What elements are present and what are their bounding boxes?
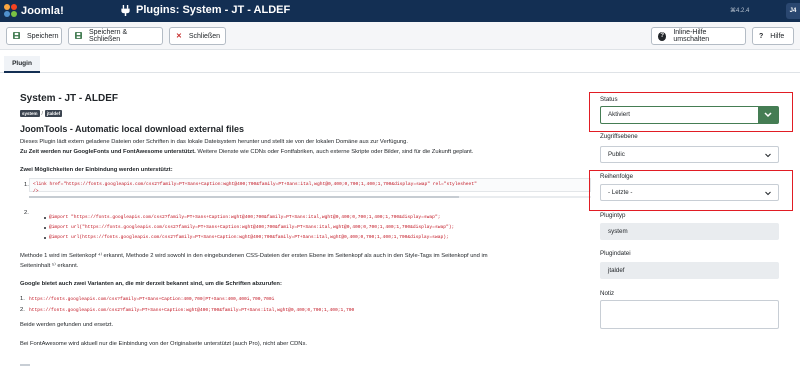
code-scrollbar[interactable] <box>29 196 591 198</box>
option2-code-1: @import "https://fonts.googleapis.com/cs… <box>49 215 441 220</box>
version-label: ⌘4.2.4 <box>730 8 750 14</box>
tab-bar: Plugin <box>0 56 800 73</box>
save-close-label: Speichern & Schließen <box>89 29 128 43</box>
description-rest: Weitere Dienste wie CDNs oder Fontfabrik… <box>195 149 474 155</box>
help-question-icon: ? <box>759 32 764 40</box>
plugin-badges: system / jtaldef <box>20 110 63 117</box>
bullet <box>44 217 46 219</box>
close-label: Schließen <box>188 32 221 40</box>
save-icon <box>75 31 82 41</box>
description-note: Zu Zeit werden nur GoogleFonts und FontA… <box>20 149 473 155</box>
badge-separator: / <box>41 110 43 117</box>
badge-element: jtaldef <box>44 110 63 117</box>
fontawesome-note: Bei FontAwesome wird aktuell nur die Ein… <box>20 341 307 347</box>
page-title-text: Plugins: System - JT - ALDEF <box>136 4 291 16</box>
type-value: system <box>608 228 628 235</box>
chevron-down-icon <box>765 153 771 158</box>
option2-code-2: @import url("https://fonts.googleapis.co… <box>49 225 455 230</box>
close-button[interactable]: ✕ Schließen <box>169 27 226 45</box>
file-field: jtaldef <box>600 262 779 279</box>
save-icon <box>13 31 20 41</box>
option2-number: 2. <box>24 210 29 216</box>
highlight-box-status <box>589 92 793 132</box>
app-header: Joomla! Plugins: System - JT - ALDEF ⌘4.… <box>0 0 800 22</box>
help-button[interactable]: ? Hilfe <box>752 27 794 45</box>
variant1-number: 1. <box>20 296 25 302</box>
question-icon: ? <box>658 31 667 41</box>
file-value: jtaldef <box>608 267 625 274</box>
save-close-button[interactable]: Speichern & Schließen <box>68 27 163 45</box>
note-label: Notiz <box>600 290 615 297</box>
tab-plugin[interactable]: Plugin <box>4 56 40 73</box>
both-found-text: Beide werden gefunden und ersetzt. <box>20 322 114 328</box>
page-title: Plugins: System - JT - ALDEF <box>120 4 290 16</box>
logo-text: Joomla! <box>21 5 64 17</box>
user-initials: J4 <box>789 8 797 14</box>
bullet <box>44 237 46 239</box>
joomla-logo[interactable]: Joomla! <box>4 3 64 19</box>
plug-icon <box>121 4 130 16</box>
plugin-subtitle: JoomTools - Automatic local download ext… <box>20 124 245 134</box>
variant2-code: https://fonts.googleapis.com/css2?family… <box>29 308 355 313</box>
bullet <box>44 227 46 229</box>
badge-group: system <box>20 110 40 117</box>
option1-number: 1. <box>24 182 29 188</box>
joomla-logo-icon <box>4 4 18 18</box>
save-button[interactable]: Speichern <box>6 27 62 45</box>
note-textarea[interactable] <box>600 300 779 329</box>
option2-code-3: @import url(https://fonts.googleapis.com… <box>49 235 449 240</box>
variant1-code: https://fonts.googleapis.com/css?family=… <box>29 297 275 302</box>
variant2-number: 2. <box>20 307 25 313</box>
help-label: Hilfe <box>770 32 785 40</box>
method-line-1: Methode 1 wird im Seitenkopf ⁴⁾ erkannt,… <box>20 253 488 259</box>
inline-help-button[interactable]: ? Inline-Hilfe umschalten <box>651 27 746 45</box>
options-heading: Zwei Möglichkeiten der Einbindung werden… <box>20 167 173 173</box>
scrollbar-thumb[interactable] <box>29 196 459 198</box>
variants-heading: Google bietet auch zwei Varianten an, di… <box>20 281 282 287</box>
option1-code: <link href="https://fonts.googleapis.com… <box>33 182 477 187</box>
plugin-title: System - JT - ALDEF <box>20 93 118 104</box>
access-value: Public <box>608 151 625 158</box>
toolbar: Speichern Speichern & Schließen ✕ Schlie… <box>0 22 800 50</box>
access-select[interactable]: Public <box>600 146 779 163</box>
user-menu-button[interactable]: J4 <box>786 3 800 19</box>
close-icon: ✕ <box>176 33 182 40</box>
type-label: Plugintyp <box>600 212 626 219</box>
inline-help-label: Inline-Hilfe umschalten <box>673 29 710 43</box>
access-label: Zugriffsebene <box>600 133 638 140</box>
type-field: system <box>600 223 779 240</box>
description-bold: Zu Zeit werden nur GoogleFonts und FontA… <box>20 149 196 155</box>
divider <box>20 364 30 366</box>
option1-code-end: /> <box>33 189 39 194</box>
method-line-2: Seiteninhalt ⁵⁾ erkannt. <box>20 263 79 269</box>
description-line: Dieses Plugin lädt extern geladene Datei… <box>20 139 408 145</box>
file-label: Plugindatei <box>600 250 631 257</box>
save-label: Speichern <box>27 32 59 40</box>
highlight-box-order <box>589 170 793 211</box>
